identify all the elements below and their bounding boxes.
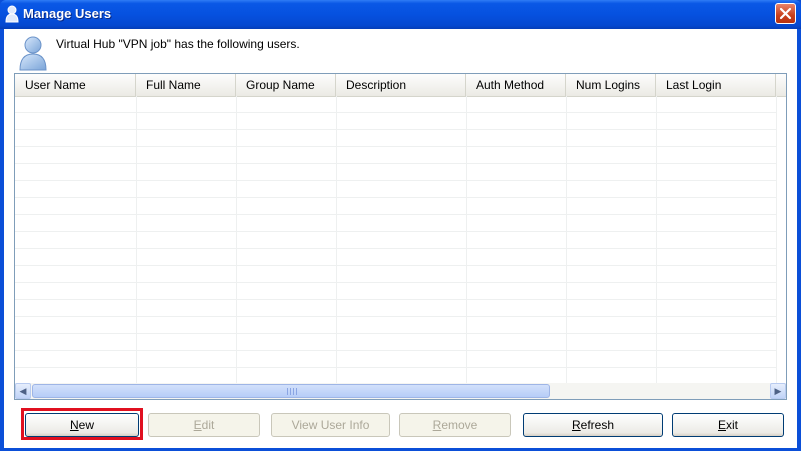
hub-description: Virtual Hub "VPN job" has the following …	[56, 37, 300, 51]
empty-row	[15, 283, 777, 300]
column-header-group-name[interactable]: Group Name	[236, 74, 336, 96]
scrollbar-grip	[287, 388, 297, 395]
empty-row	[15, 351, 777, 368]
mnemonic: R	[432, 418, 442, 432]
column-divider	[236, 96, 237, 383]
mnemonic: E	[193, 418, 202, 432]
empty-row	[15, 249, 777, 266]
column-divider	[336, 96, 337, 383]
column-header-full-name[interactable]: Full Name	[136, 74, 236, 96]
users-table[interactable]: User Name Full Name Group Name Descripti…	[14, 73, 787, 400]
mnemonic: R	[571, 418, 581, 432]
button-label: xit	[726, 418, 738, 432]
horizontal-scrollbar[interactable]: ◀ ▶	[15, 383, 786, 399]
table-body[interactable]	[15, 96, 786, 385]
close-button[interactable]	[775, 3, 796, 24]
empty-row	[15, 300, 777, 317]
button-label: dit	[201, 418, 215, 432]
column-divider	[136, 96, 137, 383]
column-divider	[466, 96, 467, 383]
empty-row	[15, 130, 777, 147]
button-label: efresh	[580, 418, 615, 432]
empty-row	[15, 147, 777, 164]
user-icon	[5, 5, 19, 23]
table-header: User Name Full Name Group Name Descripti…	[15, 74, 786, 97]
button-label: View User Info	[291, 418, 370, 432]
column-header-user-name[interactable]: User Name	[15, 74, 136, 96]
empty-row	[15, 334, 777, 351]
column-divider	[776, 96, 777, 383]
empty-row	[15, 198, 777, 215]
empty-row	[15, 232, 777, 249]
empty-row	[15, 164, 777, 181]
column-divider	[566, 96, 567, 383]
button-label: emove	[441, 418, 478, 432]
scroll-left-icon: ◀	[19, 386, 27, 396]
empty-row	[15, 317, 777, 334]
view-user-info-button[interactable]: View User Info	[271, 413, 390, 437]
column-header-last-login[interactable]: Last Login	[656, 74, 776, 96]
empty-row	[15, 215, 777, 232]
scrollbar-thumb[interactable]	[32, 384, 550, 398]
empty-row	[15, 96, 777, 113]
empty-row	[15, 181, 777, 198]
exit-button[interactable]: Exit	[672, 413, 784, 437]
user-icon	[19, 36, 47, 71]
column-header-auth-method[interactable]: Auth Method	[466, 74, 566, 96]
column-divider	[656, 96, 657, 383]
empty-row	[15, 266, 777, 283]
close-icon	[779, 7, 792, 20]
column-header-num-logins[interactable]: Num Logins	[566, 74, 656, 96]
empty-row	[15, 113, 777, 130]
dialog-body: Virtual Hub "VPN job" has the following …	[4, 29, 797, 448]
remove-button[interactable]: Remove	[399, 413, 511, 437]
scroll-right-icon: ▶	[774, 386, 782, 396]
window-title: Manage Users	[23, 6, 112, 21]
manage-users-window: Manage Users Virtual Hub "VPN job" has t…	[0, 0, 801, 451]
mnemonic: E	[717, 418, 726, 432]
column-header-description[interactable]: Description	[336, 74, 466, 96]
scroll-right-button[interactable]: ▶	[770, 383, 786, 399]
edit-button[interactable]: Edit	[148, 413, 260, 437]
refresh-button[interactable]: Refresh	[523, 413, 663, 437]
new-button-highlight	[21, 408, 143, 440]
scroll-left-button[interactable]: ◀	[15, 383, 31, 399]
title-bar[interactable]: Manage Users	[0, 0, 801, 29]
